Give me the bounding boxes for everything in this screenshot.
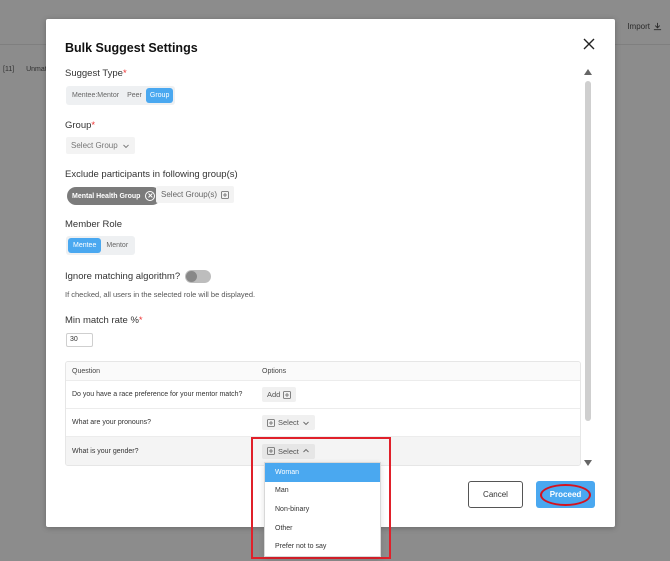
import-label: Import [627,22,650,31]
import-button[interactable]: Import [627,22,662,31]
exclude-groups-label: Exclude participants in following group(… [65,169,238,180]
chip-label: Mental Health Group [72,192,141,200]
scrollbar-thumb[interactable] [585,81,591,421]
close-icon [583,38,595,50]
suggest-type-toggle: Mentee:Mentor Peer Group [66,86,176,105]
add-option-button[interactable]: Add [262,387,297,402]
min-match-label: Min match rate %* [65,315,143,326]
background-count: [11] [3,66,15,73]
question-text: What are your pronouns? [72,419,151,426]
modal-title: Bulk Suggest Settings [65,41,198,55]
group-select[interactable]: Select Group [66,137,135,154]
table-row: Do you have a race preference for your m… [66,381,580,409]
suggest-type-label: Suggest Type* [65,68,127,79]
suggest-type-mentee-mentor[interactable]: Mentee:Mentor [68,88,123,103]
group-select-placeholder: Select Group [71,141,118,150]
scroll-down-icon[interactable] [583,459,593,467]
pronouns-select[interactable]: Select [262,415,315,430]
plus-square-icon [221,190,229,199]
chevron-down-icon [122,144,129,148]
suggest-type-peer[interactable]: Peer [123,88,146,103]
proceed-button[interactable]: Proceed [536,481,595,508]
group-label: Group* [65,120,96,131]
plus-square-icon [283,390,292,399]
dropdown-option-woman[interactable]: Woman [265,463,380,482]
download-icon [653,22,662,31]
scroll-up-icon[interactable] [583,68,593,76]
question-text: Do you have a race preference for your m… [72,391,243,398]
member-role-mentor[interactable]: Mentor [101,238,133,253]
question-text: What is your gender? [72,447,139,455]
ignore-matching-helper: If checked, all users in the selected ro… [65,290,256,299]
member-role-toggle: Mentee Mentor [66,236,136,255]
exclude-select-label: Select Group(s) [161,190,218,199]
table-header: Question Options [66,362,580,381]
exclude-groups-select[interactable]: Select Group(s) [156,186,235,203]
member-role-mentee[interactable]: Mentee [68,238,102,253]
header-question: Question [72,367,101,375]
suggest-type-group[interactable]: Group [145,88,174,103]
min-match-input[interactable]: 30 [66,333,93,347]
ignore-matching-toggle[interactable] [185,270,211,283]
gender-dropdown-menu: Woman Man Non-binary Other Prefer not to… [264,462,381,557]
dropdown-option-prefer-not-to-say[interactable]: Prefer not to say [265,537,380,556]
cancel-button[interactable]: Cancel [468,481,523,508]
excluded-group-chip: Mental Health Group ✕ [67,187,162,205]
header-options: Options [262,367,287,375]
ignore-matching-label: Ignore matching algorithm? [65,271,181,282]
table-row: What are your pronouns? Select [66,409,580,437]
close-button[interactable] [581,36,597,52]
dropdown-option-non-binary[interactable]: Non-binary [265,500,380,519]
member-role-label: Member Role [65,219,123,230]
dropdown-option-man[interactable]: Man [265,482,380,501]
dropdown-option-other[interactable]: Other [265,519,380,538]
chevron-down-icon [303,421,309,425]
background-tab-unmatched: Unmat [26,66,47,73]
remove-chip-icon[interactable]: ✕ [145,191,156,201]
plus-square-icon [267,418,275,427]
